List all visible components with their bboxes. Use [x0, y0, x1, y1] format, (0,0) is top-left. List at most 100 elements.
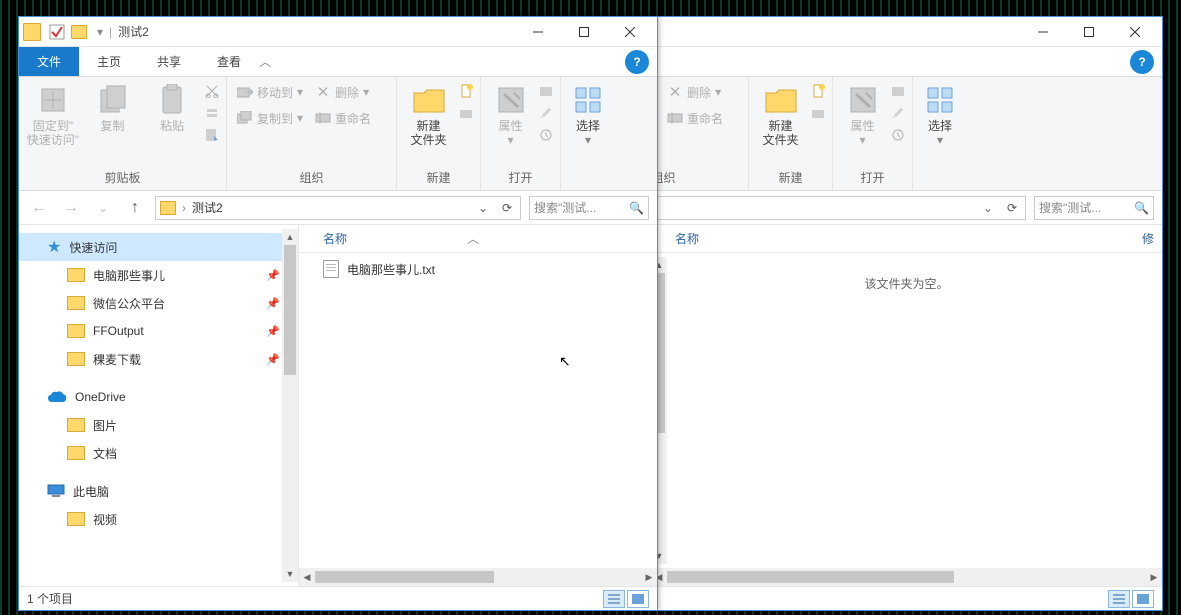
- close-button[interactable]: [1112, 18, 1158, 46]
- nav-item[interactable]: 微信公众平台📌: [19, 289, 298, 317]
- search-input[interactable]: 搜索"测试...🔍: [1034, 196, 1154, 220]
- nav-item[interactable]: 图片: [19, 411, 298, 439]
- nav-this-pc[interactable]: 此电脑: [19, 477, 298, 505]
- search-input[interactable]: 搜索"测试...🔍: [529, 196, 649, 220]
- textfile-icon: [323, 260, 339, 278]
- explorer-window-1: ▾ | 测试2 文件 主页 共享 查看 ︿ ? 固定到" 快速访问" 复制 粘贴…: [18, 16, 658, 611]
- cut-icon: [204, 83, 220, 99]
- new-item-icon[interactable]: [810, 83, 826, 99]
- back-button: ←: [27, 199, 51, 217]
- details-view-button[interactable]: [1108, 590, 1130, 608]
- new-folder-button[interactable]: 新建 文件夹: [403, 81, 454, 147]
- easy-access-icon: [458, 105, 474, 121]
- ribbon-tabs: 文件 主页 共享 查看 ︿ ?: [19, 47, 657, 77]
- pin-icon: 📌: [266, 325, 280, 338]
- delete-button: ✕删除▾: [311, 81, 373, 103]
- copypath-icon: [204, 105, 220, 121]
- file-area[interactable]: 名称︿ 电脑那些事儿.txt ↖ ◀▶: [299, 225, 657, 586]
- column-header[interactable]: 名称︿: [299, 225, 657, 253]
- star-icon: ★: [47, 237, 61, 257]
- minimize-button[interactable]: [515, 18, 561, 46]
- folder-icon: [67, 446, 85, 460]
- icons-view-button[interactable]: [627, 590, 649, 608]
- item-count: 1 个项目: [27, 590, 73, 607]
- nav-item[interactable]: 视频: [19, 505, 298, 533]
- column-header[interactable]: 名称修: [651, 225, 1162, 253]
- chevron-down-icon[interactable]: ⌄: [979, 201, 997, 215]
- window-title: 测试2: [118, 23, 149, 40]
- details-view-button[interactable]: [603, 590, 625, 608]
- folder-icon: [67, 512, 85, 526]
- search-icon: 🔍: [629, 201, 644, 215]
- help-icon[interactable]: ?: [625, 50, 649, 74]
- tab-share[interactable]: 共享: [139, 47, 199, 76]
- nav-item[interactable]: 文档: [19, 439, 298, 467]
- breadcrumb[interactable]: › 测试2 ⌄ ⟳: [155, 196, 521, 220]
- delete-button: ✕删除▾: [663, 81, 725, 103]
- group-label-new: 新建: [397, 167, 480, 190]
- icons-view-button[interactable]: [1132, 590, 1154, 608]
- qat-checkbox-icon[interactable]: [49, 24, 65, 40]
- copy-to-button: 复制到▾: [233, 107, 307, 129]
- paste-shortcut-icon: [204, 127, 220, 143]
- pin-icon: 📌: [266, 297, 280, 310]
- history-icon: [890, 127, 906, 143]
- edit-icon: [538, 105, 554, 121]
- maximize-button[interactable]: [561, 18, 607, 46]
- group-label-open: 打开: [481, 167, 560, 190]
- qat-dropdown-icon[interactable]: ▾: [97, 25, 103, 39]
- pc-icon: [47, 484, 65, 498]
- folder-icon: [160, 201, 176, 215]
- help-icon[interactable]: ?: [1130, 50, 1154, 74]
- nav-item[interactable]: 稞麦下载📌: [19, 345, 298, 373]
- nav-item[interactable]: 电脑那些事儿📌: [19, 261, 298, 289]
- paste-button: 粘贴: [144, 81, 200, 133]
- properties-button: 属性▾: [487, 81, 534, 147]
- nav-quick-access[interactable]: ★快速访问: [19, 233, 298, 261]
- tab-view[interactable]: 查看: [199, 47, 259, 76]
- group-label-clipboard: 剪贴板: [19, 167, 226, 190]
- properties-button: 属性▾: [839, 81, 886, 147]
- nav-item[interactable]: FFOutput📌: [19, 317, 298, 345]
- pin-icon: 📌: [266, 269, 280, 282]
- titlebar[interactable]: ▾ | 测试2: [19, 17, 657, 47]
- tab-file[interactable]: 文件: [19, 47, 79, 76]
- empty-folder-text: 该文件夹为空。: [651, 275, 1162, 292]
- nav-pane[interactable]: ★快速访问 电脑那些事儿📌 微信公众平台📌 FFOutput📌 稞麦下载📌 On…: [19, 225, 299, 586]
- recent-dropdown[interactable]: ⌄: [91, 201, 115, 215]
- ribbon: 固定到" 快速访问" 复制 粘贴 剪贴板 移动到▾ ✕删除▾ 复制到▾ 重命名 …: [19, 77, 657, 191]
- minimize-button[interactable]: [1020, 18, 1066, 46]
- cursor-icon: ↖: [559, 353, 571, 370]
- qat-folder-icon[interactable]: [71, 25, 87, 39]
- history-icon: [538, 127, 554, 143]
- select-button[interactable]: 选择▾: [919, 81, 961, 147]
- nav-onedrive[interactable]: OneDrive: [19, 383, 298, 411]
- select-button[interactable]: 选择▾: [567, 81, 609, 147]
- file-row[interactable]: 电脑那些事儿.txt: [299, 257, 657, 281]
- folder-icon: [67, 418, 85, 432]
- close-button[interactable]: [607, 18, 653, 46]
- pin-quickaccess-button: 固定到" 快速访问": [25, 81, 81, 147]
- new-folder-button[interactable]: 新建 文件夹: [755, 81, 806, 147]
- pin-icon: 📌: [266, 353, 280, 366]
- collapse-ribbon-icon[interactable]: ︿: [259, 53, 271, 70]
- rename-button: 重命名: [663, 107, 727, 129]
- up-button[interactable]: ↑: [123, 199, 147, 217]
- copy-button: 复制: [85, 81, 141, 133]
- maximize-button[interactable]: [1066, 18, 1112, 46]
- tab-home[interactable]: 主页: [79, 47, 139, 76]
- chevron-down-icon[interactable]: ⌄: [474, 201, 492, 215]
- new-item-icon[interactable]: [458, 83, 474, 99]
- edit-icon: [890, 105, 906, 121]
- hscrollbar[interactable]: ◀▶: [651, 568, 1162, 586]
- refresh-icon[interactable]: ⟳: [498, 201, 516, 215]
- folder-icon: [67, 296, 85, 310]
- move-to-button: 移动到▾: [233, 81, 307, 103]
- breadcrumb-item[interactable]: 测试2: [192, 199, 223, 216]
- scrollbar[interactable]: ▲▼: [282, 229, 298, 582]
- open-icon: [890, 83, 906, 99]
- refresh-icon[interactable]: ⟳: [1003, 201, 1021, 215]
- hscrollbar[interactable]: ◀▶: [299, 568, 657, 586]
- group-label-new: 新建: [749, 167, 832, 190]
- file-area[interactable]: 名称修 该文件夹为空。 ▲▼ ◀▶: [651, 225, 1162, 586]
